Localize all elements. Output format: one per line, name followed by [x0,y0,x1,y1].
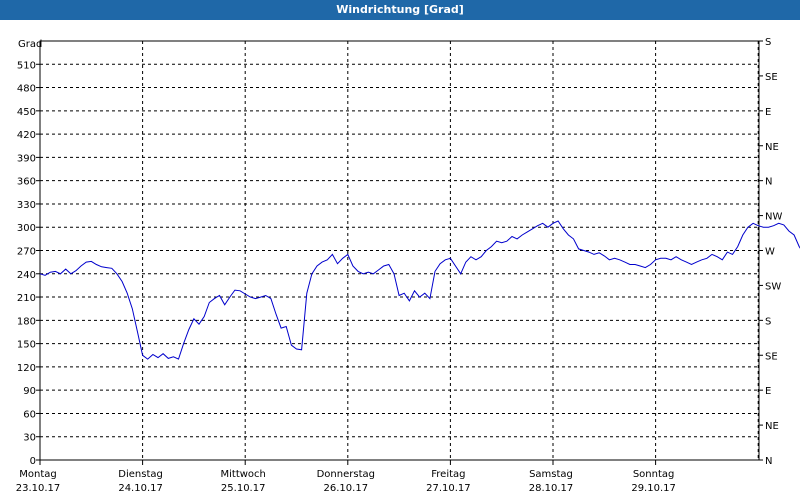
x-tick-weekday: Mittwoch [221,469,266,480]
right-tick-label: S [765,37,771,48]
x-tick-weekday: Freitag [431,469,465,480]
series-line [39,220,800,360]
plot-frame [39,40,760,461]
right-tick-label: W [765,247,775,258]
left-tick-labels: 0 30 60 90 120 150 180 210 240 270 300 330 360 390 420… [17,60,36,467]
left-tick-label: 360 [17,177,36,188]
left-tick-label: 480 [17,84,36,95]
left-tick-label: 330 [17,200,36,211]
right-tick-label: E [765,107,771,118]
right-tick-label: N [765,177,772,188]
left-tick-label: 210 [17,293,36,304]
x-tick-date: 24.10.17 [118,483,163,494]
left-tick-label: 420 [17,130,36,141]
x-tick-labels: Montag 23.10.17 Dienstag 24.10.17 Mittwoch 25… [16,469,676,494]
left-tick-label: 510 [17,60,36,71]
left-tick-label: 90 [23,386,36,397]
right-tick-label: N [765,456,772,467]
left-tick-label: 450 [17,107,36,118]
right-tick-label: NW [765,212,782,223]
left-tick-label: 240 [17,270,36,281]
right-tick-label: S [765,316,771,327]
right-tick-labels: N NE E SE S SW W NW N NE E SE S [765,37,782,467]
left-tick-label: 390 [17,153,36,164]
left-tick-label: 0 [30,456,36,467]
x-tick-weekday: Dienstag [118,469,163,480]
right-tick-label: SE [765,72,778,83]
window-title: Windrichtung [Grad] [0,0,800,20]
wind-direction-chart: Grad 0 30 60 90 120 150 180 210 240 270 300 330 360 3… [16,37,800,494]
right-tick-label: E [765,386,771,397]
left-tick-label: 150 [17,340,36,351]
x-tick-date: 29.10.17 [631,483,676,494]
x-tick-date: 23.10.17 [16,483,61,494]
left-tick-label: 180 [17,316,36,327]
x-tick-weekday: Donnerstag [317,469,375,480]
grid [36,40,763,465]
x-tick-weekday: Samstag [529,469,573,480]
x-tick-date: 26.10.17 [324,483,369,494]
y-axis-label: Grad [18,39,42,50]
x-tick-date: 28.10.17 [529,483,574,494]
left-tick-label: 60 [23,409,36,420]
x-tick-date: 27.10.17 [426,483,471,494]
x-tick-weekday: Montag [19,469,56,480]
left-tick-label: 30 [23,433,36,444]
right-tick-label: NE [765,421,779,432]
right-tick-label: NE [765,142,779,153]
x-tick-date: 25.10.17 [221,483,266,494]
left-tick-label: 120 [17,363,36,374]
right-tick-label: SW [765,281,781,292]
x-tick-weekday: Sonntag [633,469,675,480]
left-tick-label: 300 [17,223,36,234]
series [39,220,800,360]
left-tick-label: 270 [17,247,36,258]
right-tick-label: SE [765,351,778,362]
